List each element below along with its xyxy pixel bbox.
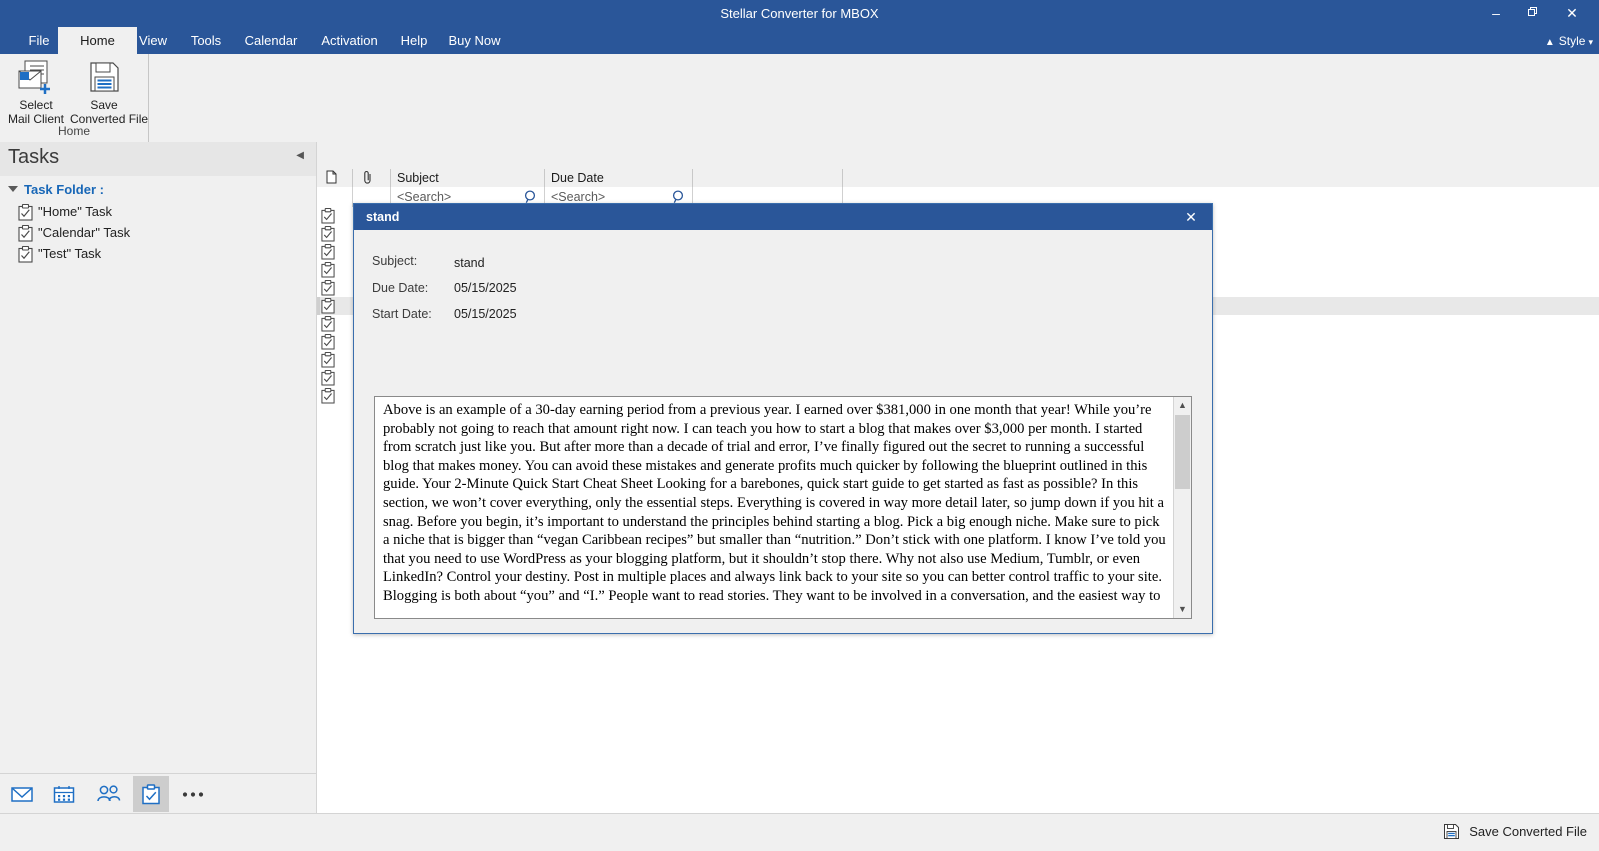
- task-icon: [18, 245, 33, 266]
- calendar-icon: [53, 786, 75, 803]
- task-icon: [18, 203, 33, 224]
- ribbon-tab-strip: File Home View Tools Calendar Activation…: [0, 27, 1599, 54]
- list-top-strip: [317, 142, 1599, 170]
- field-label-start-date: Start Date:: [372, 307, 432, 321]
- close-window-button[interactable]: ✕: [1555, 0, 1589, 27]
- save-converted-file-icon: [70, 58, 138, 98]
- sidebar: Tasks ◀ Task Folder : "Home" Task "Calen…: [0, 142, 317, 773]
- nav-contacts-button[interactable]: [91, 776, 127, 812]
- tasks-icon: [142, 784, 160, 805]
- save-icon: [1443, 824, 1459, 839]
- contacts-icon: [97, 785, 121, 802]
- field-label-subject: Subject:: [372, 254, 418, 268]
- dialog-title-bar: stand ✕: [354, 204, 1212, 230]
- mail-icon: [11, 787, 33, 802]
- ribbon-group-label: Home: [57, 124, 90, 138]
- chevron-up-icon: ▲: [1544, 37, 1555, 48]
- style-label: Style: [1558, 34, 1586, 48]
- dialog-scrollbar[interactable]: ▲ ▼: [1173, 397, 1191, 618]
- save-converted-file-label-line1: Save: [90, 98, 118, 112]
- nav-tasks-button[interactable]: [133, 776, 169, 812]
- nav-more-button[interactable]: [175, 776, 211, 812]
- attachment-icon: [364, 171, 371, 184]
- nav-mail-button[interactable]: [4, 776, 40, 812]
- status-bar: Save Converted File: [0, 813, 1599, 851]
- dialog-fields: Subject: stand Due Date: 05/15/2025 Star…: [354, 230, 1212, 396]
- sidebar-item-label: "Test" Task: [38, 246, 102, 261]
- task-icon: [321, 388, 335, 407]
- select-mail-client-button[interactable]: Select Mail Client: [2, 58, 70, 126]
- ellipsis-icon: [182, 792, 204, 797]
- maximize-restore-button[interactable]: [1515, 0, 1549, 27]
- ribbon-body: Select Mail Client Save Converted File H…: [0, 54, 1599, 143]
- scroll-up-button[interactable]: ▲: [1174, 397, 1191, 414]
- chevron-down-icon: ▾: [1588, 37, 1593, 47]
- save-converted-file-button[interactable]: Save Converted File: [70, 58, 148, 126]
- field-value-subject: stand: [454, 256, 485, 270]
- sidebar-item-home-task[interactable]: "Home" Task: [0, 202, 316, 223]
- column-header-subject[interactable]: Subject: [391, 169, 545, 187]
- page-icon: [326, 170, 337, 184]
- module-switcher-bar: [0, 773, 317, 815]
- tree-root-label: Task Folder :: [24, 182, 104, 197]
- row-selection-marker: [317, 297, 320, 315]
- sidebar-item-calendar-task[interactable]: "Calendar" Task: [0, 223, 316, 244]
- select-mail-client-label-line1: Select: [19, 98, 53, 112]
- sidebar-header: Tasks ◀: [0, 142, 316, 176]
- task-detail-dialog: stand ✕ Subject: stand Due Date: 05/15/2…: [353, 203, 1213, 634]
- sidebar-title: Tasks: [8, 146, 60, 168]
- nav-calendar-button[interactable]: [46, 776, 82, 812]
- collapse-pane-icon[interactable]: ◀: [296, 150, 304, 161]
- column-header-extra[interactable]: [693, 169, 843, 187]
- search-placeholder-due-date: <Search>: [551, 190, 606, 204]
- sidebar-item-label: "Calendar" Task: [38, 225, 131, 240]
- task-icon: [18, 224, 33, 245]
- folder-tree: Task Folder : "Home" Task "Calendar" Tas…: [0, 176, 316, 773]
- field-value-start-date: 05/15/2025: [454, 307, 517, 321]
- tab-buy-now[interactable]: Buy Now: [429, 27, 520, 54]
- list-column-header: Subject Due Date: [317, 169, 1599, 188]
- ribbon-group-home: Select Mail Client Save Converted File H…: [0, 54, 149, 142]
- title-bar: Stellar Converter for MBOX – ✕: [0, 0, 1599, 27]
- search-cell-icon[interactable]: [317, 187, 353, 207]
- search-placeholder-subject: <Search>: [397, 190, 452, 204]
- style-button[interactable]: ▲ Style ▾: [1545, 31, 1593, 51]
- column-header-attachment[interactable]: [353, 169, 391, 187]
- dialog-body-panel: Above is an example of a 30-day earning …: [374, 396, 1192, 619]
- scrollbar-thumb[interactable]: [1175, 415, 1190, 489]
- select-mail-client-icon: [2, 58, 70, 98]
- column-header-icon[interactable]: [317, 169, 353, 187]
- app-title: Stellar Converter for MBOX: [720, 6, 879, 21]
- field-value-due-date: 05/15/2025: [454, 281, 517, 295]
- scroll-down-button[interactable]: ▼: [1174, 601, 1191, 618]
- field-label-due-date: Due Date:: [372, 281, 429, 295]
- status-save-converted-file-button[interactable]: Save Converted File: [1443, 822, 1587, 842]
- restore-icon: [1528, 7, 1537, 16]
- dialog-body-text: Above is an example of a 30-day earning …: [383, 402, 1166, 604]
- column-header-due-date[interactable]: Due Date: [545, 169, 693, 187]
- tree-root-task-folder[interactable]: Task Folder :: [0, 180, 316, 200]
- expand-triangle-icon[interactable]: [8, 186, 18, 192]
- minimize-button[interactable]: –: [1479, 0, 1513, 27]
- sidebar-item-label: "Home" Task: [38, 204, 113, 219]
- sidebar-item-test-task[interactable]: "Test" Task: [0, 244, 316, 265]
- dialog-close-button[interactable]: ✕: [1178, 204, 1204, 230]
- status-save-label: Save Converted File: [1469, 824, 1587, 839]
- dialog-title: stand: [366, 210, 400, 224]
